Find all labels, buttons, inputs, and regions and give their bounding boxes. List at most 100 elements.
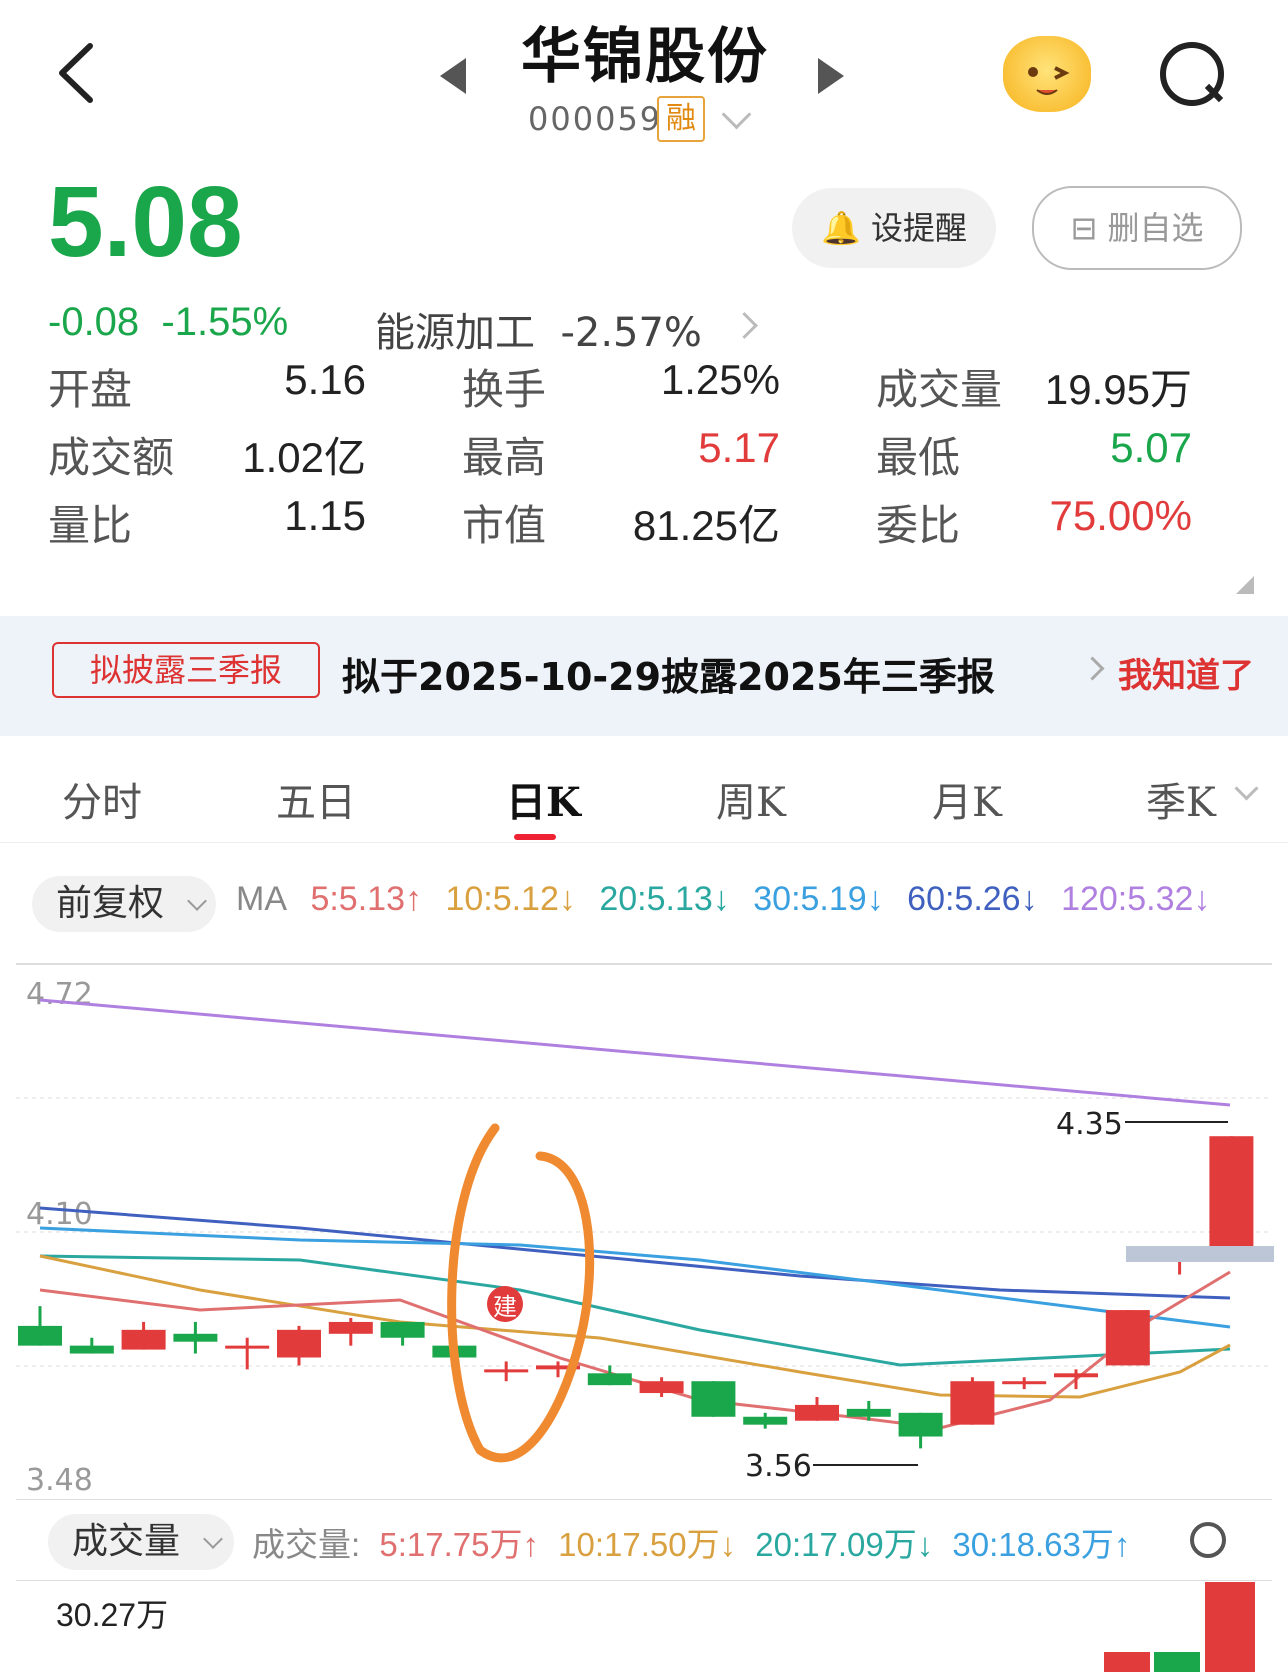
back-icon[interactable]	[50, 38, 110, 108]
volume-bar	[1205, 1582, 1255, 1672]
price-marker-bar	[1126, 1246, 1274, 1262]
remove-watchlist-button[interactable]: ⊟ 删自选	[1032, 186, 1242, 270]
candle-body	[898, 1412, 943, 1437]
open-value: 5.16	[284, 356, 366, 403]
turnover-value: 1.25%	[660, 356, 780, 403]
ma-item: 20:5.13↓	[599, 880, 730, 918]
candle-body	[795, 1404, 839, 1421]
sector-link[interactable]: 能源加工 -2.57%	[375, 300, 702, 358]
volume-ma-legend: 成交量: 5:17.75万↑ 10:17.50万↓ 20:17.09万↓ 30:…	[252, 1518, 1140, 1566]
min-marker: 3.56	[745, 1449, 918, 1484]
adjust-dropdown[interactable]: 前复权	[32, 876, 216, 932]
ma60-line	[39, 1206, 1231, 1300]
candle-body	[1054, 1373, 1098, 1378]
volume-ma-item: 10:17.50万↓	[558, 1526, 737, 1563]
ma-item: 5:5.13↑	[310, 880, 422, 918]
candle-body	[380, 1321, 425, 1338]
tab-quarterly-k[interactable]: 季K	[1146, 770, 1216, 828]
tab-weekly-k[interactable]: 周K	[716, 770, 786, 828]
candle-body	[173, 1333, 218, 1342]
market-cap-value: 81.25亿	[632, 502, 780, 549]
notice-tag: 拟披露三季报	[52, 642, 320, 698]
volume-chart	[16, 1580, 1272, 1672]
ma30-line	[39, 1226, 1231, 1329]
low-value: 5.07	[1110, 424, 1192, 471]
open-label: 开盘	[48, 365, 133, 414]
expand-corner-icon[interactable]	[1236, 576, 1254, 594]
stock-code: 000059	[528, 100, 663, 138]
build-marker-text: 建	[493, 1293, 517, 1321]
amount-value: 1.02亿	[242, 434, 366, 481]
amount-label: 成交额	[48, 433, 175, 482]
volume-ma-item: 5:17.75万↑	[379, 1526, 539, 1563]
minus-box-icon: ⊟	[1070, 209, 1098, 247]
change-value: -0.08	[48, 300, 140, 344]
low-label: 最低	[876, 433, 961, 482]
hand-drawn-circle	[447, 1123, 595, 1463]
y-axis-label: 4.72	[26, 977, 93, 1012]
volume-ratio-value: 1.15	[284, 492, 366, 539]
dismiss-notice-button[interactable]: 我知道了	[1118, 648, 1254, 697]
candle-body	[846, 1408, 891, 1417]
ma10-line	[39, 1254, 1231, 1399]
candle-body	[484, 1369, 529, 1373]
tab-monthly-k[interactable]: 月K	[932, 770, 1002, 828]
turnover-label: 换手	[462, 365, 547, 414]
tab-intraday[interactable]: 分时	[62, 770, 142, 828]
candle-body	[328, 1321, 373, 1334]
candle-body	[1002, 1381, 1047, 1385]
top-bar: 华锦股份 000059 融	[0, 0, 1288, 160]
sector-name: 能源加工	[375, 310, 535, 356]
max-price-label: 4.35	[1056, 1107, 1123, 1142]
chevron-down-icon[interactable]	[721, 99, 752, 130]
candle-body	[121, 1329, 166, 1350]
y-axis-label: 4.10	[26, 1197, 93, 1232]
bid-ratio-value: 75.00%	[1049, 492, 1192, 539]
candle-body	[691, 1381, 736, 1417]
candle-body	[277, 1329, 321, 1358]
change-pct: -1.55%	[161, 300, 289, 344]
volume-ma-prefix: 成交量:	[252, 1526, 361, 1563]
tab-five-day[interactable]: 五日	[276, 770, 356, 828]
set-reminder-label: 设提醒	[871, 209, 968, 247]
bell-icon: 🔔	[820, 209, 861, 247]
ma-legend: MA 5:5.13↑ 10:5.12↓ 20:5.13↓ 30:5.19↓ 60…	[236, 880, 1224, 919]
high-label: 最高	[462, 433, 547, 482]
candle-body	[69, 1345, 114, 1354]
ma-item: 10:5.12↓	[445, 880, 576, 918]
ma-lines	[39, 998, 1231, 1430]
volume-ratio-label: 量比	[48, 501, 133, 550]
high-value: 5.17	[698, 424, 780, 471]
ma5-line	[39, 1270, 1231, 1430]
volume-bar	[1104, 1652, 1150, 1672]
volume-ma-item: 30:18.63万↑	[952, 1526, 1131, 1563]
candle-body	[639, 1381, 684, 1394]
sector-change: -2.57%	[560, 310, 702, 356]
volume-bar	[1154, 1652, 1200, 1672]
candle-body	[743, 1416, 788, 1425]
margin-badge: 融	[657, 96, 705, 142]
market-cap-label: 市值	[462, 501, 547, 550]
volume-label: 成交量	[876, 365, 1003, 414]
min-price-label: 3.56	[745, 1449, 812, 1484]
next-stock-icon[interactable]	[818, 58, 844, 94]
adjust-label: 前复权	[56, 883, 165, 924]
stock-name: 华锦股份	[521, 22, 769, 92]
chevron-right-icon[interactable]	[731, 312, 758, 339]
notice-text: 拟于2025-10-29披露2025年三季报	[342, 655, 995, 699]
candle-body	[18, 1325, 62, 1346]
mascot-icon[interactable]	[1003, 36, 1091, 112]
remove-watchlist-label: 删自选	[1107, 209, 1204, 247]
settings-icon[interactable]	[1190, 1522, 1226, 1558]
tab-daily-k[interactable]: 日K	[506, 770, 581, 828]
volume-value: 19.95万	[1044, 366, 1192, 413]
volume-indicator-label: 成交量	[72, 1521, 181, 1562]
build-marker[interactable]: 建	[487, 1286, 523, 1322]
kline-chart[interactable]: 4.72 4.10 3.48 4.35 3.56 建	[0, 960, 1288, 1500]
set-reminder-button[interactable]: 🔔 设提醒	[792, 188, 996, 268]
candle-body	[1209, 1136, 1254, 1255]
candle-body	[587, 1373, 632, 1386]
volume-ma-item: 20:17.09万↓	[755, 1526, 934, 1563]
ma-item: 30:5.19↓	[753, 880, 884, 918]
candle-body	[1105, 1310, 1150, 1366]
